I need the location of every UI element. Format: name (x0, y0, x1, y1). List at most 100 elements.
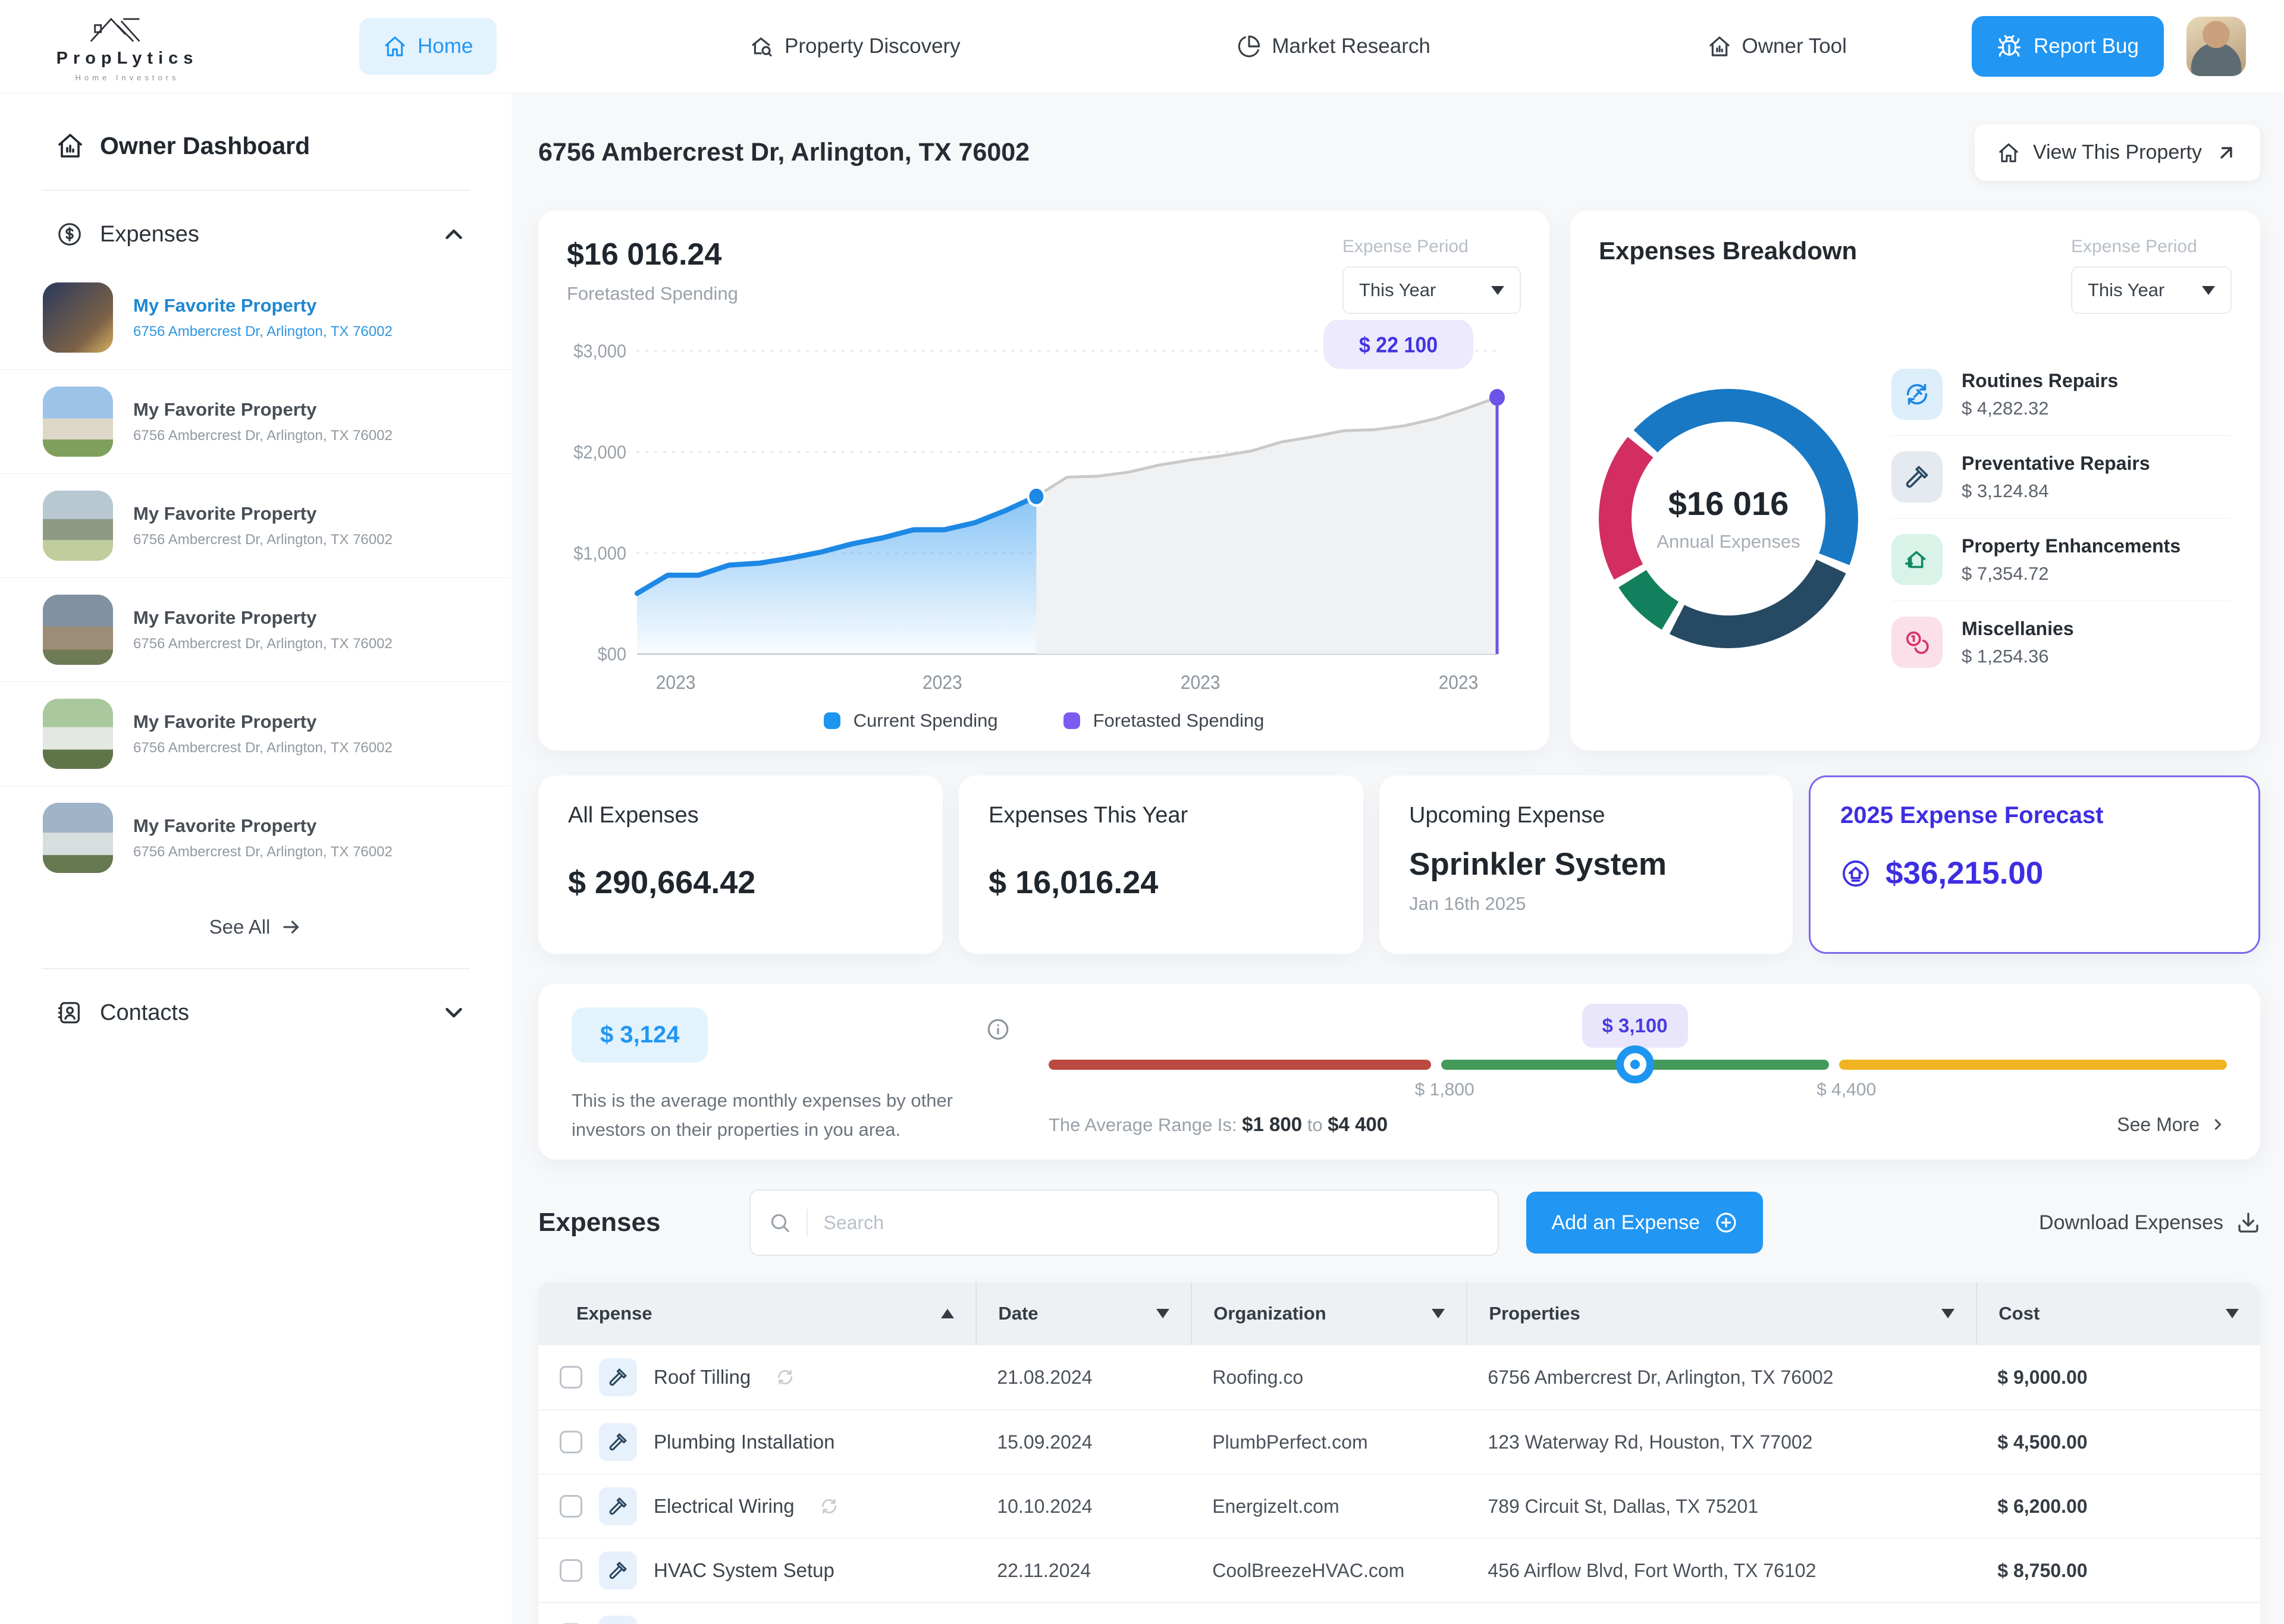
cost-cell: $ 4,500.00 (1976, 1431, 2260, 1453)
see-all-link[interactable]: See All (0, 916, 512, 938)
column-header-date[interactable]: Date (975, 1282, 1191, 1345)
sidebar-title: Owner Dashboard (100, 132, 310, 160)
see-more-link[interactable]: See More (2117, 1114, 2227, 1136)
dashboard-home-icon (56, 131, 84, 160)
sync-hammer-icon (1903, 381, 1931, 408)
sidebar-property-item[interactable]: My Favorite Property6756 Ambercrest Dr, … (0, 577, 512, 681)
nav-item-market-research[interactable]: Market Research (1213, 18, 1454, 75)
property-text: My Favorite Property6756 Ambercrest Dr, … (133, 815, 393, 860)
legend-label: Foretasted Spending (1093, 710, 1265, 731)
expense-name: Roof Tilling (654, 1366, 751, 1389)
recurring-icon (776, 1368, 795, 1387)
sort-desc-icon[interactable] (1432, 1309, 1445, 1318)
column-header-organization[interactable]: Organization (1191, 1282, 1466, 1345)
organization-cell: Roofing.co (1191, 1367, 1466, 1389)
slider-max-label: $ 4,400 (1816, 1080, 1876, 1100)
brand-logo[interactable]: PropLytics Home Investors (38, 11, 217, 82)
expenses-table-section: Expenses Add an Expense Download Expense… (538, 1189, 2260, 1624)
caret-down-icon (2202, 286, 2215, 295)
stat-card-value-text: $36,215.00 (1885, 855, 2043, 891)
property-cell: 456 Airflow Blvd, Fort Worth, TX 76102 (1466, 1560, 1976, 1582)
stat-card-value-text: Sprinkler System (1409, 847, 1667, 882)
contacts-icon (56, 999, 83, 1026)
expense-cell: Plumbing Installation (538, 1423, 975, 1461)
breakdown-item-label: Property Enhancements (1962, 535, 2181, 557)
legend-label: Current Spending (854, 710, 998, 731)
breakdown-period-select[interactable]: This Year (2071, 266, 2232, 314)
property-text: My Favorite Property6756 Ambercrest Dr, … (133, 711, 393, 756)
sort-desc-icon[interactable] (1156, 1309, 1169, 1318)
info-icon[interactable] (986, 1007, 1027, 1136)
property-thumbnail (43, 491, 113, 561)
row-checkbox[interactable] (560, 1366, 582, 1389)
stat-cards-row: All Expenses$ 290,664.42Expenses This Ye… (538, 775, 2260, 954)
row-checkbox[interactable] (560, 1559, 582, 1582)
expense-type-chip (599, 1616, 637, 1624)
nav-item-home[interactable]: Home (359, 18, 497, 75)
nav-item-owner-tool[interactable]: Owner Tool (1684, 18, 1871, 75)
breakdown-legend-list: Routines Repairs$ 4,282.32Preventative R… (1891, 353, 2232, 683)
table-row[interactable]: HVAC System Setup22.11.2024CoolBreezeHVA… (538, 1538, 2260, 1602)
search-input[interactable] (823, 1212, 1480, 1234)
property-title: My Favorite Property (133, 815, 393, 837)
brand-tagline: Home Investors (75, 73, 179, 82)
stat-card-upcoming-expense[interactable]: Upcoming ExpenseSprinkler SystemJan 16th… (1379, 775, 1793, 954)
table-row[interactable]: Roof Tilling21.08.2024Roofing.co6756 Amb… (538, 1345, 2260, 1409)
primary-nav: Home Property Discovery Market Research Own… (359, 18, 1871, 75)
sidebar-property-item[interactable]: My Favorite Property6756 Ambercrest Dr, … (0, 266, 512, 369)
stat-card-all-expenses[interactable]: All Expenses$ 290,664.42 (538, 775, 943, 954)
table-row[interactable]: Plumbing Installation15.09.2024AquaFlowP… (538, 1602, 2260, 1624)
contacts-icon (56, 999, 83, 1026)
table-row[interactable]: Electrical Wiring10.10.2024EnergizeIt.co… (538, 1474, 2260, 1538)
sort-desc-icon[interactable] (1941, 1309, 1954, 1318)
breakdown-item-label: Routines Repairs (1962, 370, 2118, 392)
column-header-label: Organization (1213, 1303, 1326, 1324)
breakdown-item-amount: $ 4,282.32 (1962, 398, 2118, 419)
column-header-cost[interactable]: Cost (1976, 1282, 2260, 1345)
view-property-button[interactable]: View This Property (1975, 124, 2260, 181)
breakdown-item: Routines Repairs $ 4,282.32 (1891, 353, 2232, 435)
arrow-right-icon (281, 916, 302, 938)
download-icon (2236, 1211, 2260, 1235)
expenses-section-label: Expenses (100, 222, 423, 247)
recurring-icon (820, 1497, 839, 1516)
sidebar-property-item[interactable]: My Favorite Property6756 Ambercrest Dr, … (0, 369, 512, 473)
stat-card-expenses-this-year[interactable]: Expenses This Year$ 16,016.24 (959, 775, 1363, 954)
stat-card-2025-expense-forecast[interactable]: 2025 Expense Forecast$36,215.00 (1809, 775, 2260, 954)
breakdown-item-text: Miscellanies$ 1,254.36 (1962, 618, 2074, 667)
main-content: 6756 Ambercrest Dr, Arlington, TX 76002 … (512, 93, 2284, 1624)
sidebar-section-contacts[interactable]: Contacts (0, 999, 512, 1026)
sidebar-title-row: Owner Dashboard (0, 131, 512, 160)
column-header-expense[interactable]: Expense (538, 1282, 975, 1345)
user-avatar[interactable] (2186, 17, 2246, 76)
sort-desc-icon[interactable] (2226, 1309, 2239, 1318)
range-to-value: $4 400 (1328, 1113, 1388, 1135)
column-header-label: Properties (1489, 1303, 1580, 1324)
house-plus-icon (1903, 546, 1931, 573)
sidebar-property-item[interactable]: My Favorite Property6756 Ambercrest Dr, … (0, 681, 512, 786)
table-row[interactable]: Plumbing Installation15.09.2024PlumbPerf… (538, 1409, 2260, 1474)
search-box (749, 1189, 1499, 1256)
column-header-properties[interactable]: Properties (1466, 1282, 1976, 1345)
slider-handle[interactable] (1616, 1045, 1654, 1083)
stat-card-value: $ 290,664.42 (568, 864, 913, 901)
slider-marker-badge: $ 3,100 (1582, 1004, 1687, 1048)
sort-asc-icon[interactable] (941, 1309, 954, 1318)
range-to-word: to (1307, 1114, 1323, 1135)
row-checkbox[interactable] (560, 1495, 582, 1518)
row-checkbox[interactable] (560, 1431, 582, 1453)
forecast-spending-subtitle: Foretasted Spending (567, 283, 738, 304)
add-expense-button[interactable]: Add an Expense (1526, 1192, 1763, 1254)
home-icon (1997, 142, 2020, 164)
sidebar-property-item[interactable]: My Favorite Property6756 Ambercrest Dr, … (0, 786, 512, 890)
expense-period-select[interactable]: This Year (1342, 266, 1521, 314)
sidebar-section-expenses[interactable]: Expenses (0, 221, 512, 248)
nav-item-property-discovery[interactable]: Property Discovery (726, 18, 984, 75)
report-bug-button[interactable]: Report Bug (1972, 16, 2164, 77)
refresh-icon (820, 1497, 839, 1516)
download-expenses-button[interactable]: Download Expenses (2039, 1211, 2260, 1235)
forecast-spending-value: $16 016.24 (567, 237, 738, 272)
expenses-table-title: Expenses (538, 1208, 660, 1237)
sidebar-property-item[interactable]: My Favorite Property6756 Ambercrest Dr, … (0, 473, 512, 577)
nav-item-label: Owner Tool (1742, 34, 1847, 58)
